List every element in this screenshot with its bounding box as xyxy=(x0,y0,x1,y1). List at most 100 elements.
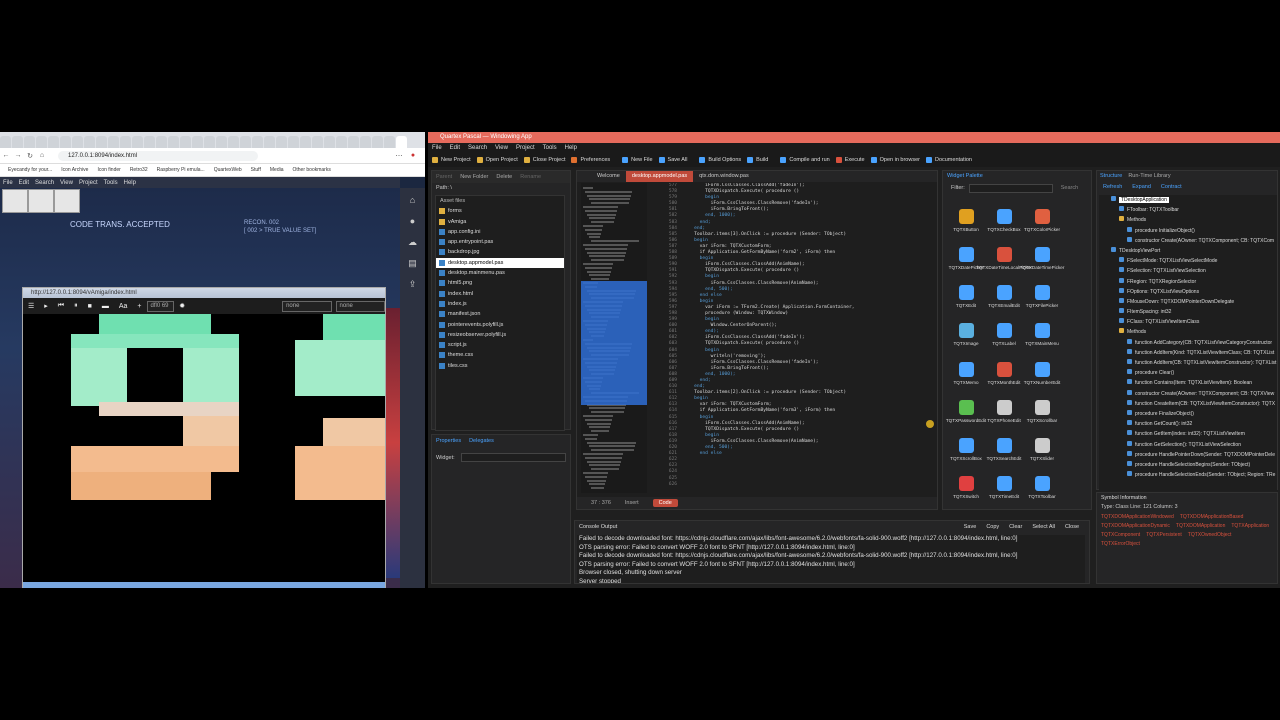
browser-tab[interactable] xyxy=(216,136,227,148)
toolbar-close-project-button[interactable]: Close Project xyxy=(523,157,565,163)
widget-tqtxswitch[interactable]: TQTXSwitch xyxy=(947,469,985,507)
browser-tab[interactable] xyxy=(228,136,239,148)
tree-node[interactable]: FOptions: TQTXListViewOptions xyxy=(1099,287,1277,297)
toolbar-execute-button[interactable]: Execute xyxy=(835,157,865,163)
bookmark-item[interactable]: Icon finder xyxy=(97,167,120,173)
pause-icon[interactable]: ⏸ xyxy=(74,302,78,310)
tab-properties[interactable]: Properties xyxy=(436,438,461,444)
menu-edit[interactable]: Edit xyxy=(450,143,460,153)
menu-tools[interactable]: Tools xyxy=(543,143,557,153)
widget-tqtxbutton[interactable]: TQTXButton xyxy=(947,201,985,239)
menu-view[interactable]: View xyxy=(495,143,508,153)
asset-file[interactable]: app.config.ini xyxy=(436,227,564,237)
asset-file[interactable]: index.js xyxy=(436,299,564,309)
browser-tab[interactable] xyxy=(300,136,311,148)
widget-tqtxslider[interactable]: TQTXSlider xyxy=(1023,431,1061,469)
home-icon[interactable]: ⌂ xyxy=(404,192,421,209)
toolbar-new-project-button[interactable]: New Project xyxy=(432,157,471,163)
widget-tqtxcolorpicker[interactable]: TQTXColorPicker xyxy=(1023,201,1061,239)
widget-tqtxscrollbox[interactable]: TQTXScrollBox xyxy=(947,431,985,469)
browser-tab[interactable] xyxy=(312,136,323,148)
disk-icon[interactable]: ▬ xyxy=(102,303,109,310)
menu-search[interactable]: Search xyxy=(468,143,487,153)
browser-tab[interactable] xyxy=(96,136,107,148)
relation-link[interactable]: TQTXDOMApplication xyxy=(1176,522,1225,531)
tree-node[interactable]: function Contains(Item: TQTXListViewItem… xyxy=(1099,378,1277,388)
browser-tab[interactable] xyxy=(108,136,119,148)
editor-tab[interactable]: Welcome xyxy=(591,171,626,182)
zoom-in-button[interactable]: + xyxy=(137,303,141,310)
browser-tab[interactable] xyxy=(336,136,347,148)
eject-icon[interactable]: ▸ xyxy=(44,302,48,310)
browser-tab[interactable] xyxy=(180,136,191,148)
relation-link[interactable]: TQTXOwnedObject xyxy=(1188,531,1232,540)
structure-contract-button[interactable]: Contract xyxy=(1161,184,1182,190)
drive-select[interactable]: dfl0 69 xyxy=(146,300,175,312)
desktop-icon[interactable] xyxy=(2,189,28,213)
bookmark-item[interactable]: Media xyxy=(270,167,284,173)
browser-tab[interactable] xyxy=(156,136,167,148)
app-menu-project[interactable]: Project xyxy=(76,180,101,186)
structure-expand-button[interactable]: Expand xyxy=(1132,184,1151,190)
relation-link[interactable]: TQTXErrorObject xyxy=(1101,540,1140,549)
bookmark-item[interactable]: Stuff xyxy=(251,167,261,173)
toolbar-open-in-browser-button[interactable]: Open in browser xyxy=(870,157,920,163)
tree-node[interactable]: function GetItem(index: int32): TQTXList… xyxy=(1099,429,1277,439)
tree-node[interactable]: function GetSelection(): TQTXListViewSel… xyxy=(1099,440,1277,450)
structure-tab[interactable]: Structure xyxy=(1100,171,1122,181)
asset-file[interactable]: index.html xyxy=(436,289,564,299)
structure-tab[interactable]: Run-Time Library xyxy=(1128,171,1170,181)
relation-link[interactable]: TQTXApplication xyxy=(1231,522,1269,531)
widget-tqtxcheckbox[interactable]: TQTXCheckBox xyxy=(985,201,1023,239)
extensions-icon[interactable]: ⋯ xyxy=(393,152,405,160)
tree-node[interactable]: procedure FinalizeObject() xyxy=(1099,409,1277,419)
toolbar-documentation-button[interactable]: Documentation xyxy=(925,157,972,163)
back-icon[interactable]: ← xyxy=(0,152,12,159)
relation-link[interactable]: TQTXDOMApplicationBased xyxy=(1180,513,1244,522)
console-body[interactable]: Failed to decode downloaded font: https:… xyxy=(577,535,1085,583)
forward-icon[interactable]: → xyxy=(12,152,24,159)
tree-node[interactable]: function AddCategory(CB: TQTXListViewCat… xyxy=(1099,338,1277,348)
tree-node[interactable]: function GetCount(): int32 xyxy=(1099,419,1277,429)
console-clear-button[interactable]: Clear xyxy=(1009,524,1022,530)
browser-tab[interactable] xyxy=(264,136,275,148)
widget-tqtxfilepicker[interactable]: TQTXFilePicker xyxy=(1023,278,1061,316)
asset-folder[interactable]: vAmiga xyxy=(436,217,564,227)
console-select-all-button[interactable]: Select All xyxy=(1032,524,1055,530)
console-close-button[interactable]: Close xyxy=(1065,524,1079,530)
browser-tab[interactable] xyxy=(24,136,35,148)
asset-file[interactable]: tiles.css xyxy=(436,361,564,371)
widget-tqtxmainmenu[interactable]: TQTXMainMenu xyxy=(1023,316,1061,354)
print-icon[interactable]: ▤ xyxy=(404,255,421,272)
widget-tqtximage[interactable]: TQTXImage xyxy=(947,316,985,354)
app-menu-view[interactable]: View xyxy=(57,180,76,186)
widget-tqtxtoolbar[interactable]: TQTXToolbar xyxy=(1023,469,1061,507)
tree-node[interactable]: Methods xyxy=(1099,215,1277,225)
minimap-viewport[interactable] xyxy=(581,281,647,405)
browser-tab[interactable] xyxy=(144,136,155,148)
toolbar-save-all-button[interactable]: Save All xyxy=(658,157,687,163)
browser-tab[interactable] xyxy=(240,136,251,148)
tree-node[interactable]: FToolbar: TQTXToolbar xyxy=(1099,205,1277,215)
bookmark-item[interactable]: Icon Archive xyxy=(61,167,88,173)
cloud-icon[interactable]: ☁ xyxy=(404,234,421,251)
browser-tab[interactable] xyxy=(288,136,299,148)
desktop-icon[interactable] xyxy=(54,189,80,213)
files-delete-button[interactable]: Delete xyxy=(496,174,512,180)
tree-node[interactable]: constructor Create(AOwner: TQTXComponent… xyxy=(1099,236,1277,246)
toolbar-new-file-button[interactable]: New File xyxy=(622,157,653,163)
widget-tqtxdatetimelocalpicker[interactable]: TQTXDateTimeLocalPicker xyxy=(976,239,1032,277)
widget-tqtxemailedit[interactable]: TQTXEmailEdit xyxy=(985,278,1023,316)
settings-icon[interactable]: ✹ xyxy=(179,302,185,310)
editor-tab[interactable]: qtx.dom.window.pas xyxy=(693,171,755,182)
widget-tqtxedit[interactable]: TQTXEdit xyxy=(947,278,985,316)
widget-tqtxnumberedit[interactable]: TQTXNumberEdit xyxy=(1023,354,1061,392)
widget-tqtxlabel[interactable]: TQTXLabel xyxy=(985,316,1023,354)
asset-file[interactable]: pointerevents.polyfill.js xyxy=(436,320,564,330)
browser-tab[interactable] xyxy=(204,136,215,148)
tree-node[interactable]: TDesktopViewPort xyxy=(1099,246,1277,256)
widget-tqtxphoneedit[interactable]: TQTXPhoneEdit xyxy=(985,392,1023,430)
browser-tab[interactable] xyxy=(60,136,71,148)
tab-delegates[interactable]: Delegates xyxy=(469,438,494,444)
reload-icon[interactable]: ↻ xyxy=(24,152,36,160)
